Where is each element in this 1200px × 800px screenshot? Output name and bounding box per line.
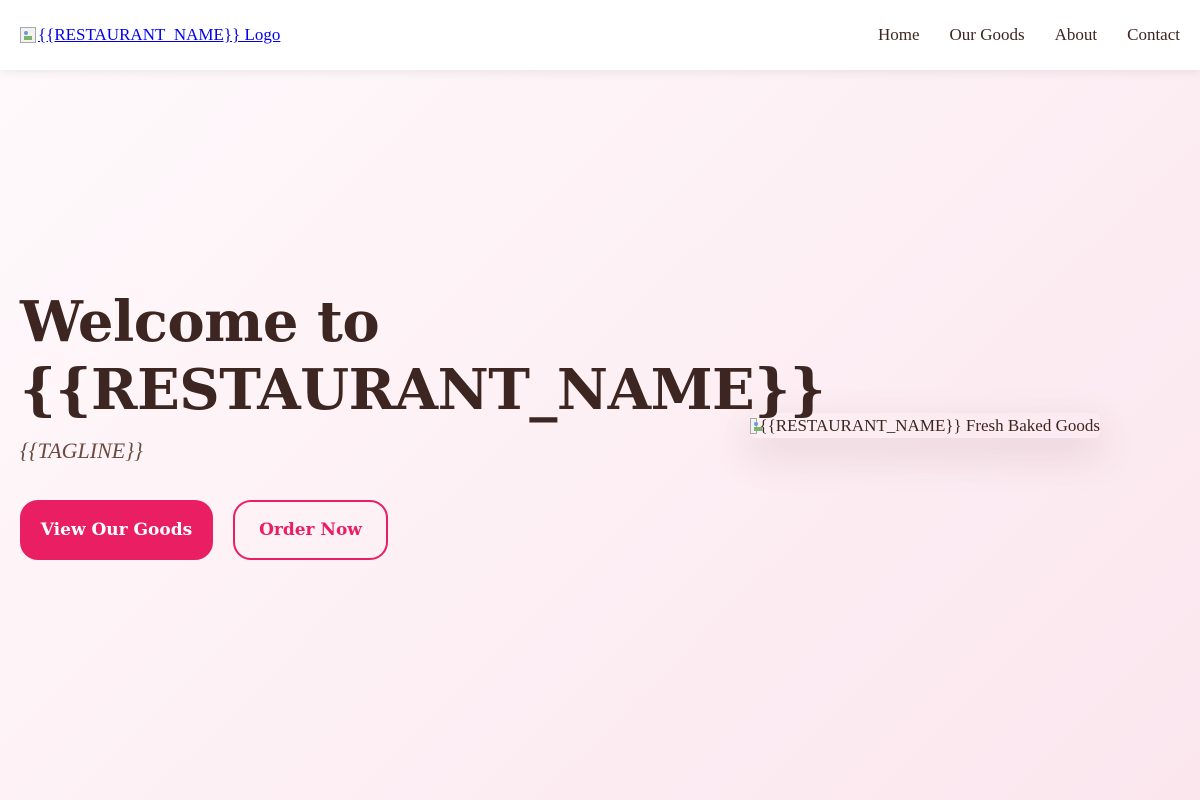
nav-link-about[interactable]: About [1055, 25, 1098, 45]
logo-alt-text: {{RESTAURANT_NAME}} Logo [38, 25, 281, 44]
view-our-goods-button[interactable]: View Our Goods [20, 500, 213, 560]
nav-link-home[interactable]: Home [878, 25, 920, 45]
hero-image: {{RESTAURANT_NAME}} Fresh Baked Goods [750, 413, 1100, 438]
hero-title-line2: {{RESTAURANT_NAME}} [20, 357, 826, 423]
hero-title: Welcome to {{RESTAURANT_NAME}} [20, 288, 826, 424]
main-nav: Home Our Goods About Contact [878, 25, 1180, 45]
hero-section: Welcome to {{RESTAURANT_NAME}} {{TAGLINE… [0, 70, 1200, 800]
hero-tagline: {{TAGLINE}} [20, 438, 143, 463]
order-now-button[interactable]: Order Now [233, 500, 388, 560]
hero-image-alt-text: {{RESTAURANT_NAME}} Fresh Baked Goods [759, 415, 1100, 435]
nav-link-our-goods[interactable]: Our Goods [950, 25, 1025, 45]
site-header: {{RESTAURANT_NAME}} Logo Home Our Goods … [0, 0, 1200, 70]
hero-title-line1: Welcome to [20, 289, 380, 355]
nav-link-contact[interactable]: Contact [1127, 25, 1180, 45]
logo-link[interactable]: {{RESTAURANT_NAME}} Logo [20, 25, 280, 45]
broken-image-icon [750, 417, 763, 434]
hero-text: Welcome to {{RESTAURANT_NAME}} {{TAGLINE… [20, 288, 826, 560]
broken-image-icon [20, 27, 36, 43]
hero-buttons: View Our Goods Order Now [20, 500, 800, 560]
